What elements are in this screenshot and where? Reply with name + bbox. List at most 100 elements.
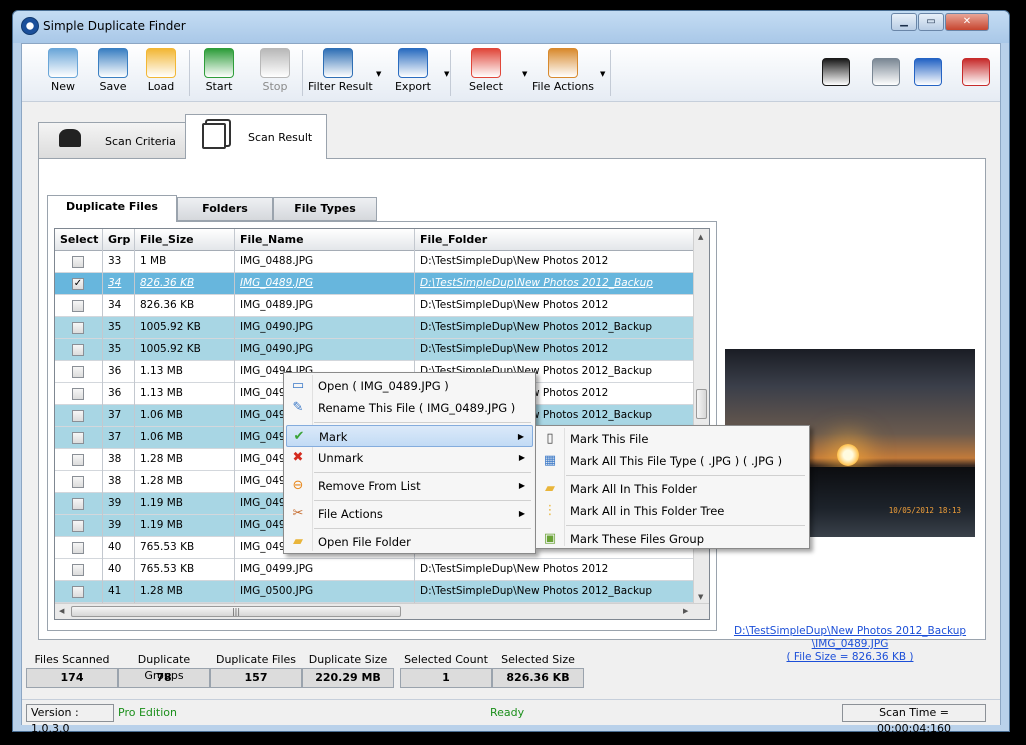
menu-item-mark[interactable]: ✔ Mark ▶ [286, 425, 533, 447]
cell-size: 1.28 MB [135, 449, 235, 471]
table-row[interactable]: 35 1005.92 KB IMG_0490.JPG D:\TestSimpleDup… [55, 339, 695, 361]
scroll-down-icon[interactable]: ▼ [698, 593, 703, 601]
stop-button[interactable]: Stop [254, 46, 296, 100]
tab-folders[interactable]: Folders [177, 197, 273, 221]
table-row[interactable]: 40 765.53 KB IMG_0499.JPG D:\TestSimpleDup\… [55, 559, 695, 581]
row-checkbox[interactable] [72, 498, 84, 510]
scan-result-icon [202, 123, 226, 149]
menu-item-unmark[interactable]: ✖ Unmark ▶ [286, 447, 533, 469]
cell-folder: D:\TestSimpleDup\New Photos 2012_Backup [420, 585, 653, 597]
help-book-icon[interactable] [914, 58, 942, 86]
menu-item-open-img-0489-jpg[interactable]: ▭ Open ( IMG_0489.JPG ) [286, 375, 533, 397]
tab-duplicate-files[interactable]: Duplicate Files [47, 195, 177, 222]
col-file-size[interactable]: File_Size [135, 229, 235, 251]
col-grp[interactable]: Grp [103, 229, 135, 251]
cell-size: 1.13 MB [135, 383, 235, 405]
status-text: Ready [490, 706, 525, 719]
dropdown-arrow-icon[interactable]: ▼ [522, 70, 527, 78]
new-button[interactable]: New [42, 46, 84, 100]
funnel-icon [323, 48, 353, 78]
col-select[interactable]: Select [55, 229, 103, 251]
hscroll-thumb[interactable]: ||| [71, 606, 401, 617]
col-file-name[interactable]: File_Name [235, 229, 415, 251]
menu-item-mark-all-this-file-type-jpg-jpg[interactable]: ▦ Mark All This File Type ( .JPG ) ( .JPG… [538, 450, 807, 472]
vscroll-thumb[interactable] [696, 389, 707, 419]
menu-item-remove-from-list[interactable]: ⊖ Remove From List ▶ [286, 475, 533, 497]
maximize-button[interactable]: ▭ [918, 13, 944, 31]
dropdown-arrow-icon[interactable]: ▼ [600, 70, 605, 78]
exit-icon[interactable] [962, 58, 990, 86]
cell-grp: 35 [103, 317, 135, 339]
row-checkbox[interactable] [72, 586, 84, 598]
filter-button[interactable]: Filter Result [308, 46, 373, 100]
start-button[interactable]: Start [198, 46, 240, 100]
menu-item-mark-all-in-this-folder[interactable]: ▰ Mark All In This Folder [538, 478, 807, 500]
load-button[interactable]: Load [140, 46, 182, 100]
export-button[interactable]: Export [388, 46, 438, 100]
menu-item-mark-these-files-group[interactable]: ▣ Mark These Files Group [538, 528, 807, 550]
table-row[interactable]: 35 1005.92 KB IMG_0490.JPG D:\TestSimpleDup… [55, 317, 695, 339]
row-checkbox[interactable] [72, 564, 84, 576]
menu-separator [566, 525, 805, 526]
dropdown-arrow-icon[interactable]: ▼ [376, 70, 381, 78]
row-checkbox[interactable] [72, 322, 84, 334]
settings-gears-icon[interactable] [872, 58, 900, 86]
cell-name: IMG_0500.JPG [235, 581, 415, 603]
row-checkbox[interactable] [72, 388, 84, 400]
row-checkbox[interactable] [72, 344, 84, 356]
table-row[interactable]: 34 826.36 KB IMG_0489.JPG D:\TestSimpleDup\… [55, 295, 695, 317]
version-label: Version : 1.0.3.0 [26, 704, 114, 735]
select-button[interactable]: Select [458, 46, 514, 100]
row-checkbox[interactable] [72, 520, 84, 532]
table-row[interactable]: 33 1 MB IMG_0488.JPG D:\TestSimpleDup\New P… [55, 251, 695, 273]
row-checkbox[interactable]: ✓ [72, 278, 84, 290]
minimize-button[interactable]: ▁ [891, 13, 917, 31]
select-list-icon [471, 48, 501, 78]
dropdown-arrow-icon[interactable]: ▼ [444, 70, 449, 78]
cell-folder: D:\TestSimpleDup\New Photos 2012_Backup [420, 321, 653, 333]
menu-item-mark-all-in-this-folder-tree[interactable]: ⋮ Mark All in This Folder Tree [538, 500, 807, 522]
toolbar-separator [189, 50, 190, 96]
scroll-left-icon[interactable]: ◀ [59, 607, 64, 615]
menu-item-open-file-folder[interactable]: ▰ Open File Folder [286, 531, 533, 553]
scroll-right-icon[interactable]: ▶ [683, 607, 688, 615]
tab-scan-result[interactable]: Scan Result [185, 114, 327, 159]
row-checkbox[interactable] [72, 476, 84, 488]
table-row[interactable]: 41 1.28 MB IMG_0500.JPG D:\TestSimpleDup\Ne… [55, 581, 695, 603]
col-file-folder[interactable]: File_Folder [415, 229, 695, 251]
close-button[interactable]: ✕ [945, 13, 989, 31]
fileactions-button[interactable]: File Actions [528, 46, 598, 100]
menu-item-rename-this-file-img-0489-jpg[interactable]: ✎ Rename This File ( IMG_0489.JPG ) [286, 397, 533, 419]
title-bar[interactable]: Simple Duplicate Finder ▁ ▭ ✕ [13, 11, 1009, 43]
cell-name: IMG_0499.JPG [235, 559, 415, 581]
scan-criteria-icon [59, 129, 81, 147]
row-checkbox[interactable] [72, 256, 84, 268]
tab-file-types[interactable]: File Types [273, 197, 377, 221]
menu-separator [566, 475, 805, 476]
table-row[interactable]: ✓ 34 826.36 KB IMG_0489.JPG D:\TestSimpleDup… [55, 273, 695, 295]
app-logo-icon [21, 17, 39, 35]
tab-scan-criteria[interactable]: Scan Criteria [38, 122, 186, 158]
row-checkbox[interactable] [72, 432, 84, 444]
row-checkbox[interactable] [72, 454, 84, 466]
new-file-icon [48, 48, 78, 78]
cell-grp: 34 [103, 273, 135, 295]
window-title: Simple Duplicate Finder [43, 19, 186, 33]
eye-icon[interactable] [822, 58, 850, 86]
toolbar: New Save Load Start Stop Filter Result Export S… [22, 44, 1000, 102]
scroll-up-icon[interactable]: ▲ [698, 233, 703, 241]
row-checkbox[interactable] [72, 410, 84, 422]
cell-name: IMG_0489.JPG [235, 273, 415, 295]
menu-item-file-actions[interactable]: ✂ File Actions ▶ [286, 503, 533, 525]
row-checkbox[interactable] [72, 366, 84, 378]
folder-icon: ▰ [545, 481, 555, 496]
cell-size: 826.36 KB [135, 273, 235, 295]
row-checkbox[interactable] [72, 300, 84, 312]
file-type-icon: ▦ [543, 453, 557, 468]
grid-horizontal-scrollbar[interactable]: ◀ ||| ▶ [55, 603, 709, 619]
save-button[interactable]: Save [92, 46, 134, 100]
toolbar-separator [450, 50, 451, 96]
row-checkbox[interactable] [72, 542, 84, 554]
menu-item-mark-this-file[interactable]: ▯ Mark This File [538, 428, 807, 450]
cell-grp: 39 [103, 515, 135, 537]
